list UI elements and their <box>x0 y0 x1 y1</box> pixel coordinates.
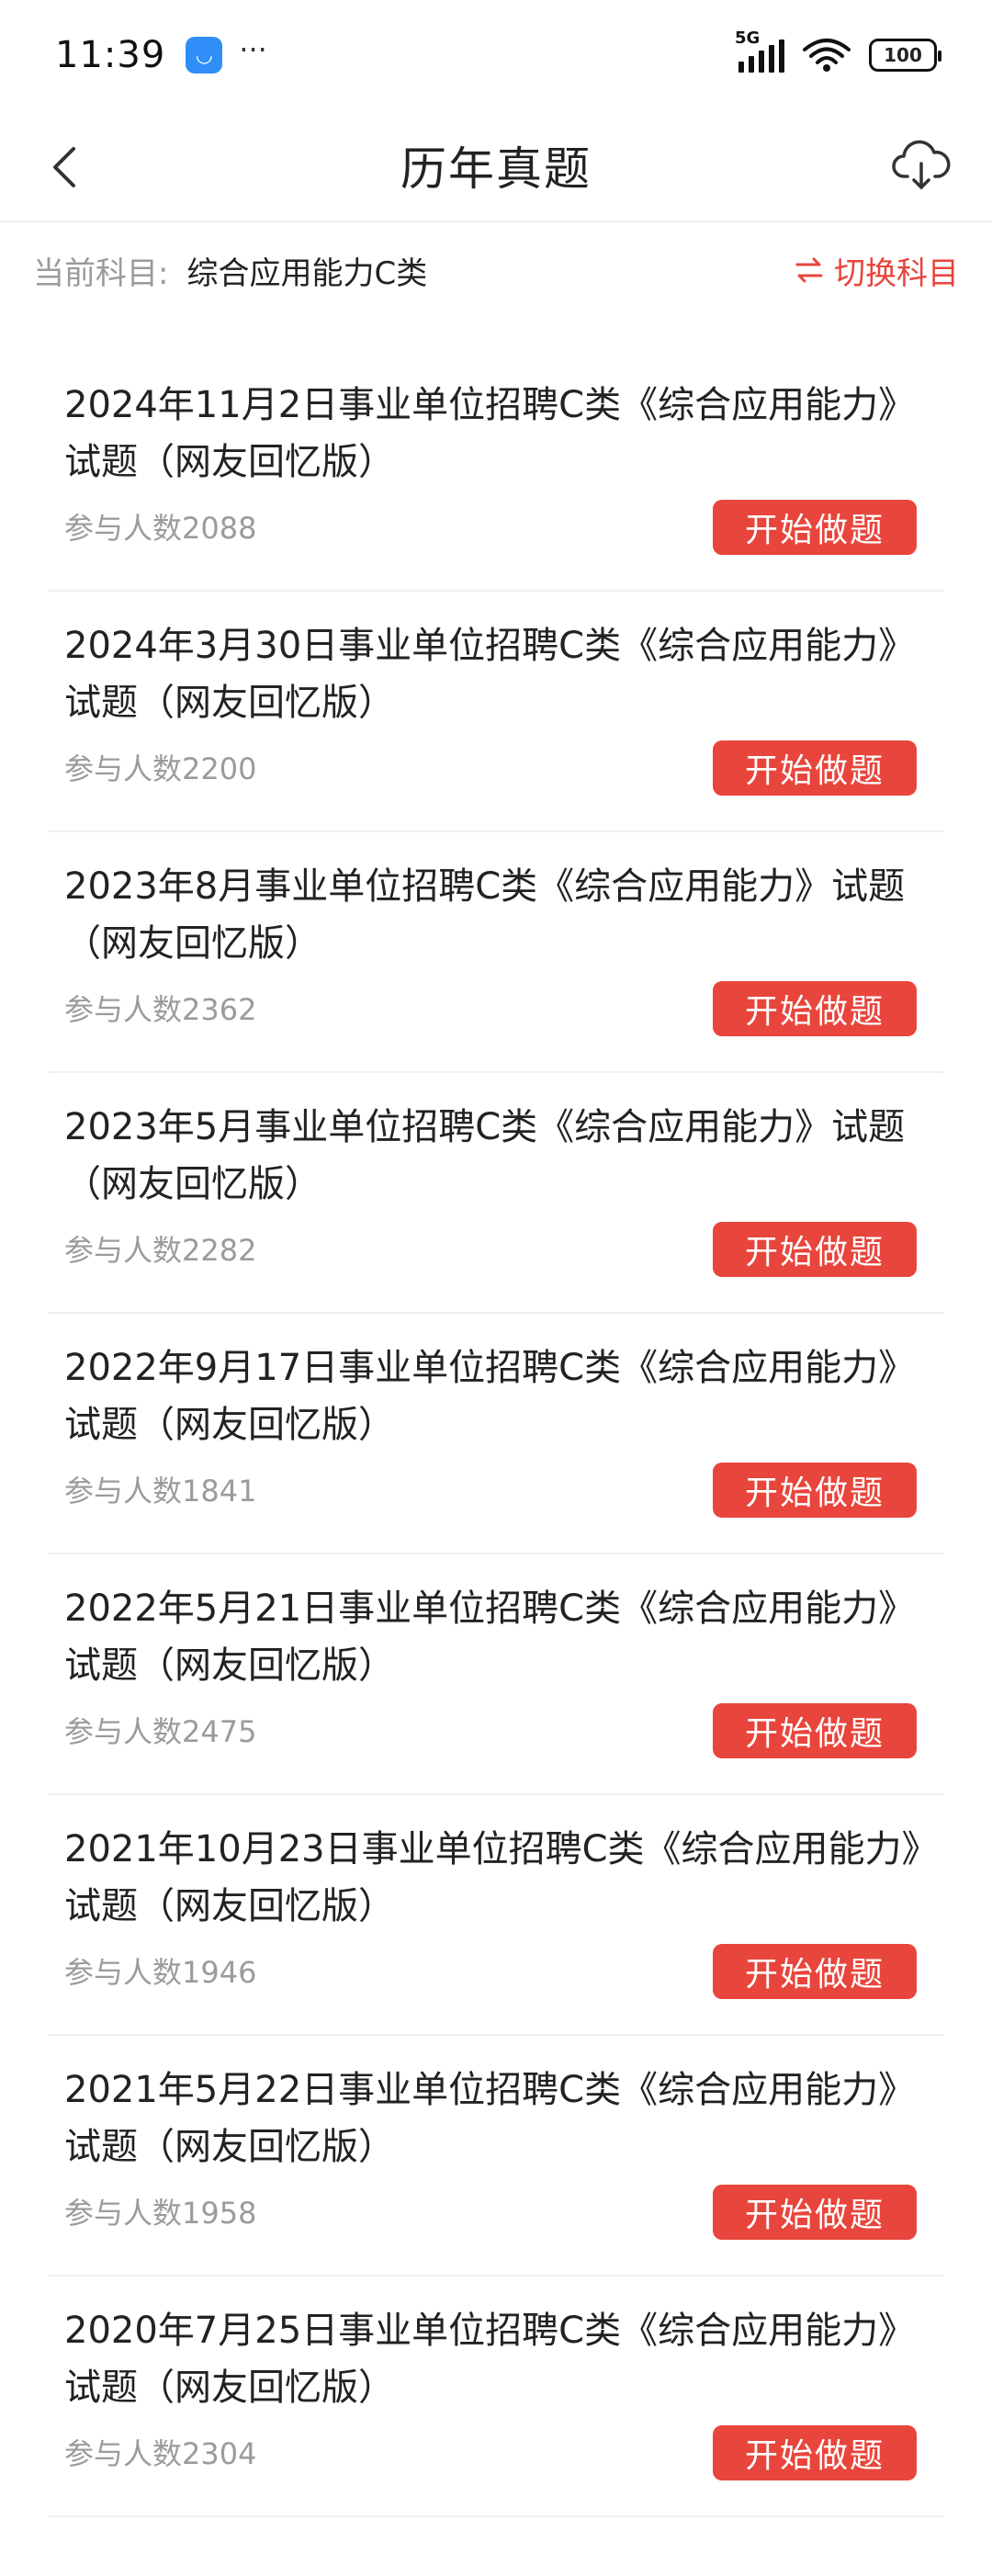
subject-value: 综合应用能力C类 <box>186 254 428 292</box>
cellular-signal-icon: 5G <box>735 28 784 73</box>
switch-subject-label: 切换科目 <box>834 254 959 292</box>
exam-title: 2023年5月事业单位招聘C类《综合应用能力》试题（网友回忆版） <box>64 1106 906 1205</box>
list-item[interactable]: 2023年5月事业单位招聘C类《综合应用能力》试题（网友回忆版） 参与人数228… <box>48 1073 944 1314</box>
battery-icon: 100 <box>869 39 941 72</box>
swap-icon <box>795 257 823 283</box>
cloud-download-icon[interactable] <box>891 136 952 197</box>
switch-subject-button[interactable]: 切换科目 <box>794 248 959 293</box>
list-item[interactable]: 2021年10月23日事业单位招聘C类《综合应用能力》试题（网友回忆版） 参与人… <box>48 1795 944 2036</box>
list-item[interactable]: 2020年7月25日事业单位招聘C类《综合应用能力》试题（网友回忆版） 参与人数… <box>48 2277 944 2517</box>
status-bar: 11:39 ◡ ··· 5G 100 <box>0 0 992 110</box>
list-item[interactable]: 2023年8月事业单位招聘C类《综合应用能力》试题（网友回忆版） 参与人数236… <box>48 832 944 1073</box>
start-exam-button[interactable]: 开始做题 <box>713 1463 917 1518</box>
exam-list: 2024年11月2日事业单位招聘C类《综合应用能力》试题（网友回忆版） 参与人数… <box>48 351 944 2517</box>
page-title: 历年真题 <box>400 142 592 196</box>
exam-title: 2023年8月事业单位招聘C类《综合应用能力》试题（网友回忆版） <box>64 865 906 965</box>
list-item[interactable]: 2024年11月2日事业单位招聘C类《综合应用能力》试题（网友回忆版） 参与人数… <box>48 351 944 592</box>
chevron-left-icon[interactable] <box>40 141 92 193</box>
start-exam-button[interactable]: 开始做题 <box>713 740 917 796</box>
status-icons: 5G 100 <box>735 28 941 73</box>
network-type-label: 5G <box>735 28 761 48</box>
participant-count: 参与人数2200 <box>64 751 257 786</box>
more-notifications-icon: ··· <box>239 32 267 67</box>
subject-label: 当前科目: <box>33 254 169 292</box>
start-exam-button[interactable]: 开始做题 <box>713 2185 917 2240</box>
start-exam-button[interactable]: 开始做题 <box>713 500 917 555</box>
app-notification-icon: ◡ <box>186 37 223 73</box>
list-item[interactable]: 2022年9月17日事业单位招聘C类《综合应用能力》试题（网友回忆版） 参与人数… <box>48 1314 944 1554</box>
participant-count: 参与人数2475 <box>64 1714 257 1749</box>
list-item[interactable]: 2024年3月30日事业单位招聘C类《综合应用能力》试题（网友回忆版） 参与人数… <box>48 592 944 832</box>
participant-count: 参与人数1841 <box>64 1474 257 1508</box>
participant-count: 参与人数1946 <box>64 1955 257 1990</box>
exam-title: 2022年5月21日事业单位招聘C类《综合应用能力》试题（网友回忆版） <box>64 1587 916 1687</box>
status-time: 11:39 <box>55 34 166 76</box>
participant-count: 参与人数2282 <box>64 1233 257 1268</box>
start-exam-button[interactable]: 开始做题 <box>713 1703 917 1758</box>
exam-title: 2021年5月22日事业单位招聘C类《综合应用能力》试题（网友回忆版） <box>64 2069 916 2168</box>
participant-count: 参与人数2088 <box>64 511 257 546</box>
start-exam-button[interactable]: 开始做题 <box>713 2425 917 2480</box>
subject-bar: 当前科目: 综合应用能力C类 切换科目 <box>0 224 992 316</box>
participant-count: 参与人数2304 <box>64 2436 257 2471</box>
list-item[interactable]: 2021年5月22日事业单位招聘C类《综合应用能力》试题（网友回忆版） 参与人数… <box>48 2036 944 2277</box>
participant-count: 参与人数1958 <box>64 2196 257 2231</box>
exam-title: 2021年10月23日事业单位招聘C类《综合应用能力》试题（网友回忆版） <box>64 1828 939 1927</box>
exam-title: 2022年9月17日事业单位招聘C类《综合应用能力》试题（网友回忆版） <box>64 1347 916 1446</box>
wifi-icon <box>803 39 851 72</box>
exam-title: 2020年7月25日事业单位招聘C类《综合应用能力》试题（网友回忆版） <box>64 2310 916 2409</box>
start-exam-button[interactable]: 开始做题 <box>713 1222 917 1277</box>
start-exam-button[interactable]: 开始做题 <box>713 981 917 1036</box>
participant-count: 参与人数2362 <box>64 992 257 1027</box>
list-item[interactable]: 2022年5月21日事业单位招聘C类《综合应用能力》试题（网友回忆版） 参与人数… <box>48 1554 944 1795</box>
app-header: 历年真题 <box>0 110 992 222</box>
start-exam-button[interactable]: 开始做题 <box>713 1944 917 1999</box>
battery-level: 100 <box>884 44 922 66</box>
exam-title: 2024年3月30日事业单位招聘C类《综合应用能力》试题（网友回忆版） <box>64 625 916 724</box>
exam-title: 2024年11月2日事业单位招聘C类《综合应用能力》试题（网友回忆版） <box>64 384 916 483</box>
